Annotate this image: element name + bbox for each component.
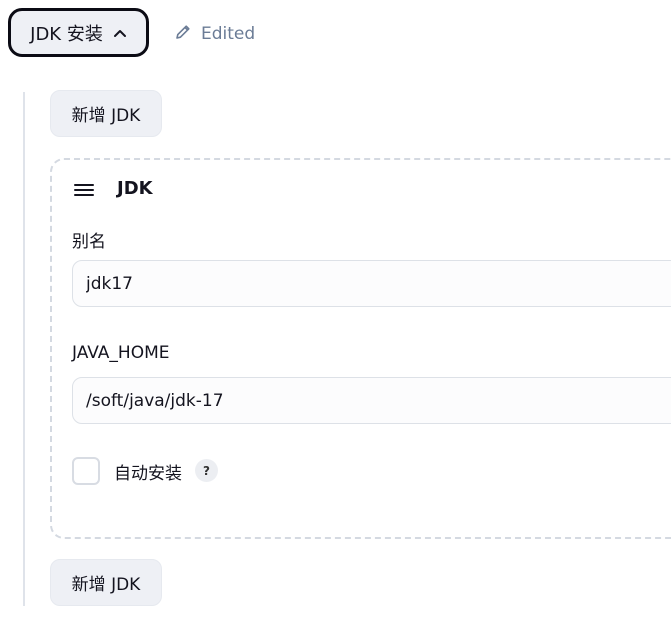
toggle-label: JDK 安装 [30,23,103,45]
help-icon[interactable]: ? [195,459,218,482]
drag-handle-icon[interactable] [74,182,94,201]
section-rail [23,92,25,606]
chevron-up-icon [113,28,127,38]
java-home-label: JAVA_HOME [72,343,170,363]
pencil-icon [174,23,192,46]
auto-install-label: 自动安装 [114,464,182,484]
add-jdk-button-top[interactable]: 新增 JDK [50,90,162,137]
edited-label: Edited [201,24,256,44]
edited-indicator: Edited [174,22,255,46]
auto-install-checkbox[interactable] [72,457,100,485]
alias-input[interactable] [72,260,671,307]
java-home-input[interactable] [72,377,671,424]
jdk-card-title: JDK [117,178,153,199]
alias-label: 别名 [72,232,106,252]
add-jdk-button-bottom[interactable]: 新增 JDK [50,559,162,606]
jdk-install-toggle-button[interactable]: JDK 安装 [8,8,149,57]
